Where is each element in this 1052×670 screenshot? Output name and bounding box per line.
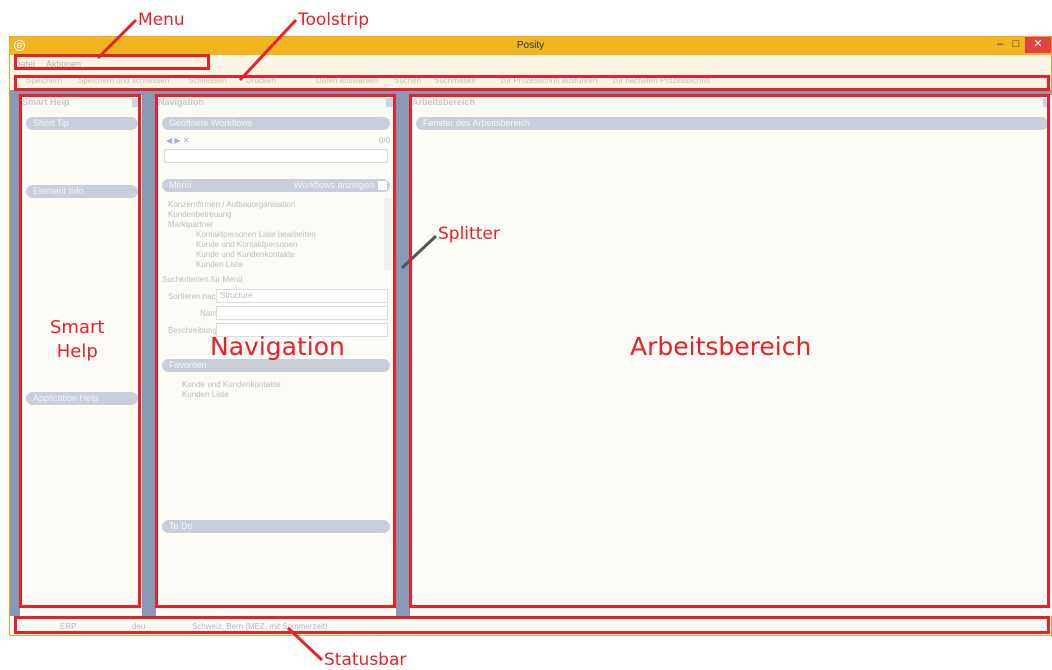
tree-item[interactable]: Kunde und Kontaktpersonen (196, 240, 297, 249)
favorite-item[interactable]: Kunde und Kundenkontakte (182, 380, 281, 389)
short-tip-header[interactable]: Short Tip (26, 117, 138, 130)
search-criteria-label: Suchkriterien für Menü (162, 275, 243, 284)
name-input[interactable] (216, 306, 388, 320)
tool-close[interactable]: Schliessen (188, 76, 227, 85)
status-bar: ERP deu Schweiz, Bern (MEZ, mit Sommerze… (10, 618, 1051, 635)
pin-icon[interactable] (1043, 98, 1050, 107)
annotation-arbeitsbereich: Arbeitsbereich (630, 332, 812, 361)
tool-search-mask[interactable]: Suchmaske (434, 76, 476, 85)
tree-scrollbar[interactable] (384, 198, 392, 270)
status-timezone: Schweiz, Bern (MEZ, mit Sommerzeit) (192, 622, 328, 631)
tool-save[interactable]: Speichern (26, 76, 62, 85)
app-window: ⊝ Posity – □ ✕ Datei Aktionen Speichern … (9, 36, 1052, 636)
tool-select-data[interactable]: Daten auswählen (316, 76, 378, 85)
toolstrip: Speichern Speichern und schliessen Schli… (10, 74, 1051, 88)
menu-section-label: Menü (169, 180, 192, 190)
menu-section-header: Menü Workflows anzeigen (162, 179, 390, 192)
sort-label: Sortieren nach (168, 292, 221, 301)
work-area: Smart Help Short Tip Element Info Applic… (10, 90, 1052, 616)
status-module: ERP (60, 622, 77, 631)
window-title: Posity (516, 40, 545, 51)
tree-item[interactable]: Kundenbetreuung (168, 210, 232, 219)
annotation-smart-help-line1: Smart (50, 317, 105, 338)
annotation-splitter: Splitter (438, 224, 500, 244)
pin-icon[interactable] (386, 98, 393, 107)
minimize-button[interactable]: – (993, 37, 1007, 53)
tree-item[interactable]: Kontaktpersonen Liste bearbeiten (196, 230, 316, 239)
menu-datei[interactable]: Datei (14, 59, 35, 69)
workflows-checkbox[interactable] (378, 181, 387, 190)
close-button[interactable]: ✕ (1025, 37, 1051, 53)
tool-search[interactable]: Suchen (394, 76, 421, 85)
smart-help-header: Smart Help (22, 97, 70, 107)
tool-run-step[interactable]: zur Prozesschritt ausführen (500, 76, 597, 85)
workflow-nav-icons[interactable]: ◀ ▶ ✕ (166, 136, 189, 145)
tree-item[interactable]: Kunde und Kundenkontakte (196, 250, 295, 259)
status-language: deu (132, 622, 146, 631)
sort-select[interactable]: Structure (216, 289, 388, 303)
tree-item[interactable]: Kunden Liste (196, 260, 243, 269)
title-bar[interactable]: ⊝ Posity – □ ✕ (10, 37, 1051, 55)
workflow-select[interactable] (164, 149, 388, 163)
workflows-toggle-label: Workflows anzeigen (293, 180, 374, 190)
opened-workflows-header[interactable]: Geöffnete Workflows (162, 117, 390, 130)
menu-aktionen[interactable]: Aktionen (46, 59, 81, 69)
annotation-smart-help: Smart Help (50, 316, 104, 364)
annotation-toolstrip: Toolstrip (298, 10, 370, 30)
tree-item[interactable]: Marktpartner (168, 220, 213, 229)
menu-bar: Datei Aktionen (10, 56, 1051, 70)
tool-print[interactable]: Drucken (246, 76, 276, 85)
application-help-header[interactable]: Application Help (26, 392, 138, 405)
workflow-counter: 0/0 (378, 136, 390, 145)
maximize-button[interactable]: □ (1009, 37, 1023, 53)
pin-icon[interactable] (132, 98, 139, 107)
tree-item[interactable]: Konzernfirmen / Aufbauorganisation (168, 200, 295, 209)
annotation-statusbar: Statusbar (324, 650, 407, 670)
tool-next-step[interactable]: zur nächsten Prozessschritt (612, 76, 710, 85)
element-info-header[interactable]: Element Info (26, 185, 138, 198)
navigation-header: Navigation (158, 97, 205, 107)
annotation-navigation: Navigation (210, 332, 345, 361)
tool-save-close[interactable]: Speichern und schliessen (78, 76, 169, 85)
annotation-menu: Menu (138, 10, 185, 30)
workspace-window-tab[interactable]: Fenster des Arbeitsbereich (416, 117, 1048, 130)
todo-header[interactable]: To Do (162, 520, 390, 533)
favorite-item[interactable]: Kunden Liste (182, 390, 229, 399)
annotation-smart-help-line2: Help (56, 341, 98, 362)
workspace-header: Arbeitsbereich (412, 97, 476, 107)
